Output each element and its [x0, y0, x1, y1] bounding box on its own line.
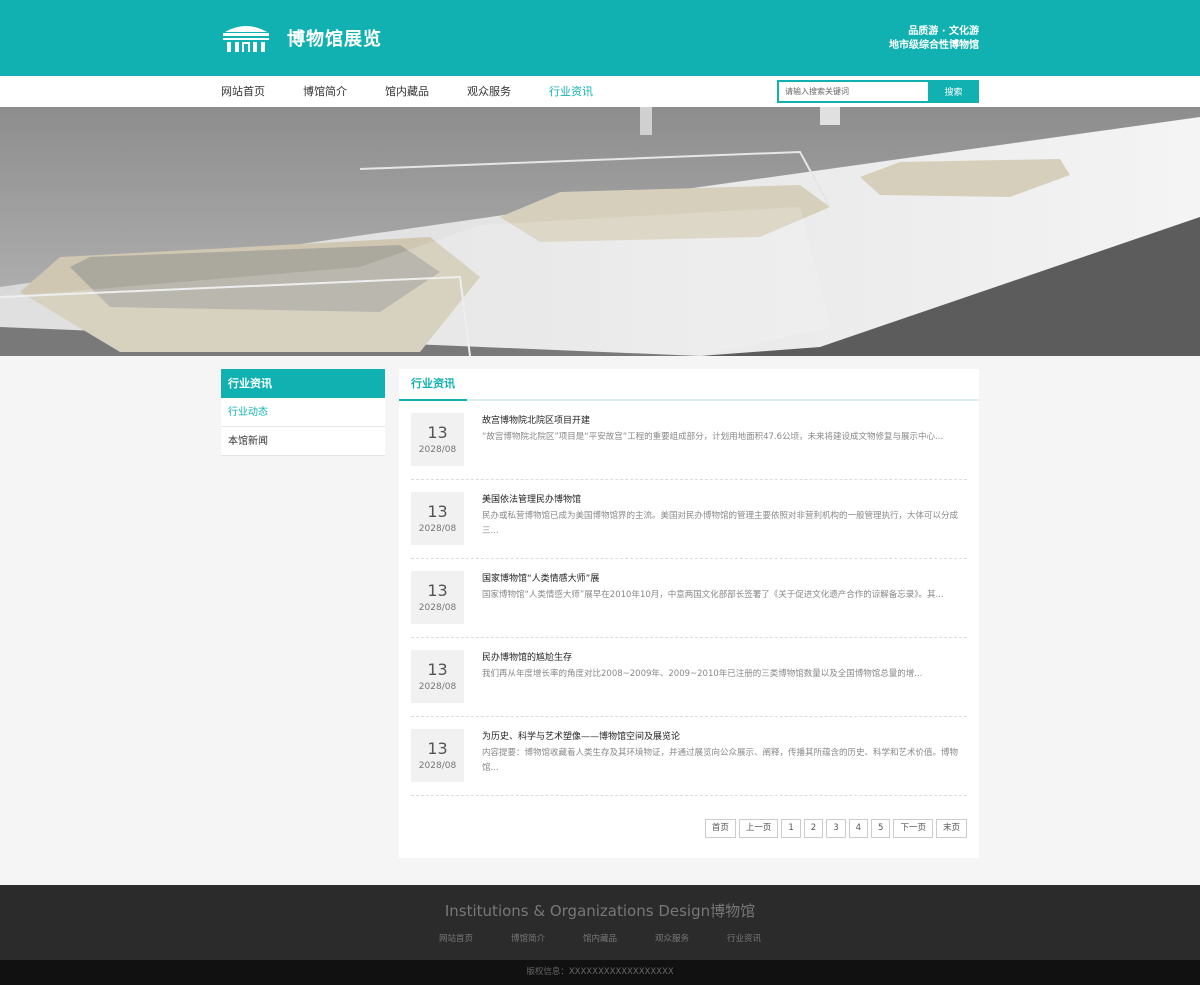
page-button-3[interactable]: 3 — [826, 819, 846, 838]
page-button-2[interactable]: 2 — [803, 819, 824, 838]
first-page-button[interactable]: 首页 — [704, 819, 736, 838]
sidebar-item-museum-news[interactable]: 本馆新闻 — [221, 427, 385, 456]
footer-link-about[interactable]: 博馆简介 — [511, 932, 545, 944]
news-title[interactable]: 民办博物馆的尴尬生存 — [482, 651, 961, 665]
date-month: 2028/08 — [418, 524, 457, 534]
date-box: 13 2028/08 — [411, 650, 464, 703]
sidebar: 行业资讯 行业动态 本馆新闻 — [221, 369, 385, 858]
search-button[interactable]: 搜索 — [928, 80, 979, 103]
date-month: 2028/08 — [418, 682, 457, 692]
date-day: 13 — [427, 423, 448, 442]
sidebar-item-industry-dynamics[interactable]: 行业动态 — [221, 398, 385, 427]
search-input[interactable]: 请输入搜索关键词 — [777, 80, 928, 103]
nav-item-collections[interactable]: 馆内藏品 — [385, 76, 429, 107]
list-item[interactable]: 13 2028/08 民办博物馆的尴尬生存 我们再从年度增长率的角度对比2008… — [411, 638, 967, 717]
nav-item-visitor-services[interactable]: 观众服务 — [467, 76, 511, 107]
banner-image — [0, 107, 1200, 356]
date-month: 2028/08 — [418, 445, 457, 455]
main-nav: 网站首页 博馆简介 馆内藏品 观众服务 行业资讯 请输入搜索关键词 搜索 — [0, 76, 1200, 107]
search-bar: 请输入搜索关键词 搜索 — [777, 80, 979, 103]
news-summary: “故宫博物院北院区”项目是“平安故宫”工程的重要组成部分，计划用地面积47.6公… — [482, 432, 944, 442]
content-tabbar: 行业资讯 — [399, 369, 979, 401]
news-title[interactable]: 故宫博物院北院区项目开建 — [482, 414, 961, 428]
copyright: 版权信息：XXXXXXXXXXXXXXXXXX — [0, 960, 1200, 985]
date-day: 13 — [427, 581, 448, 600]
date-day: 13 — [427, 660, 448, 679]
next-page-button[interactable]: 下一页 — [893, 819, 933, 838]
date-month: 2028/08 — [418, 603, 457, 613]
news-summary: 国家博物馆“人类情感大师”展早在2010年10月，中意两国文化部部长签署了《关于… — [482, 590, 944, 600]
page-button-1[interactable]: 1 — [781, 819, 801, 838]
nav-item-industry-news[interactable]: 行业资讯 — [549, 76, 593, 107]
content-panel: 行业资讯 13 2028/08 故宫博物院北院区项目开建 “故宫博物院北院区”项… — [399, 369, 979, 858]
header: 博物馆展览 品质游 · 文化游 地市级综合性博物馆 — [0, 0, 1200, 76]
footer-links: 网站首页 博馆简介 馆内藏品 观众服务 行业资讯 — [0, 932, 1200, 944]
page-button-5[interactable]: 5 — [871, 819, 891, 838]
nav-item-about[interactable]: 博馆简介 — [303, 76, 347, 107]
date-box: 13 2028/08 — [411, 413, 464, 466]
date-month: 2028/08 — [418, 761, 457, 771]
footer-link-visitor-services[interactable]: 观众服务 — [655, 932, 689, 944]
nav-item-home[interactable]: 网站首页 — [221, 76, 265, 107]
page-button-4[interactable]: 4 — [848, 819, 869, 838]
news-list: 13 2028/08 故宫博物院北院区项目开建 “故宫博物院北院区”项目是“平安… — [399, 401, 979, 796]
news-title[interactable]: 为历史、科学与艺术塑像——博物馆空间及展览论 — [482, 730, 961, 744]
news-summary: 我们再从年度增长率的角度对比2008~2009年、2009~2010年已注册的三… — [482, 669, 923, 679]
footer-title: Institutions & Organizations Design博物馆 — [444, 902, 756, 920]
footer: Institutions & Organizations Design博物馆 网… — [0, 885, 1200, 960]
slogan-line-2: 地市级综合性博物馆 — [889, 40, 979, 51]
date-box: 13 2028/08 — [411, 729, 464, 782]
sidebar-title: 行业资讯 — [221, 369, 385, 398]
list-item[interactable]: 13 2028/08 美国依法管理民办博物馆 民办或私营博物馆已成为美国博物馆界… — [411, 480, 967, 559]
footer-link-collections[interactable]: 馆内藏品 — [583, 932, 617, 944]
main-area: 行业资讯 行业动态 本馆新闻 行业资讯 13 2028/08 故宫博物院北院区项… — [221, 369, 979, 858]
slogan: 品质游 · 文化游 地市级综合性博物馆 — [889, 25, 979, 53]
date-day: 13 — [427, 739, 448, 758]
pagination: 首页 上一页 1 2 3 4 5 下一页 末页 — [702, 819, 967, 838]
news-title[interactable]: 国家博物馆“人类情感大师”展 — [482, 572, 961, 586]
footer-link-home[interactable]: 网站首页 — [439, 932, 473, 944]
footer-link-industry-news[interactable]: 行业资讯 — [727, 932, 761, 944]
date-box: 13 2028/08 — [411, 492, 464, 545]
hero-banner — [0, 107, 1200, 356]
list-item[interactable]: 13 2028/08 为历史、科学与艺术塑像——博物馆空间及展览论 内容提要：博… — [411, 717, 967, 796]
site-title: 博物馆展览 — [287, 29, 382, 50]
last-page-button[interactable]: 末页 — [935, 819, 967, 838]
news-summary: 民办或私营博物馆已成为美国博物馆界的主流。美国对民办博物馆的管理主要依照对非营利… — [482, 511, 959, 536]
news-title[interactable]: 美国依法管理民办博物馆 — [482, 493, 961, 507]
news-summary: 内容提要：博物馆收藏着人类生存及其环境物证，并通过展览向公众展示、阐释，传播其所… — [482, 748, 959, 773]
list-item[interactable]: 13 2028/08 国家博物馆“人类情感大师”展 国家博物馆“人类情感大师”展… — [411, 559, 967, 638]
tab-industry-news[interactable]: 行业资讯 — [399, 369, 467, 401]
slogan-line-1: 品质游 · 文化游 — [908, 26, 979, 37]
logo[interactable]: 博物馆展览 — [221, 22, 382, 54]
list-item[interactable]: 13 2028/08 故宫博物院北院区项目开建 “故宫博物院北院区”项目是“平安… — [411, 401, 967, 480]
date-day: 13 — [427, 502, 448, 521]
date-box: 13 2028/08 — [411, 571, 464, 624]
museum-logo-icon — [223, 26, 269, 52]
prev-page-button[interactable]: 上一页 — [738, 819, 779, 838]
